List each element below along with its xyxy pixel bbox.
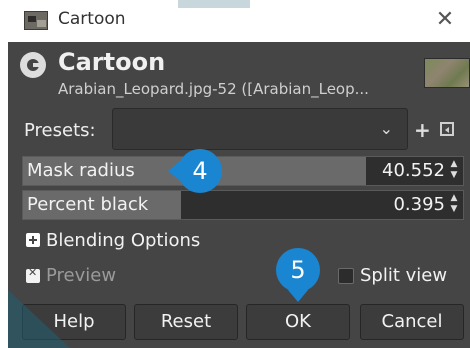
preset-menu-icon[interactable] — [440, 122, 454, 136]
presets-dropdown[interactable]: ⌄ — [112, 108, 408, 150]
expand-plus-icon[interactable] — [26, 233, 40, 247]
image-subtitle: Arabian_Leopard.jpg-52 ([Arabian_Leop... — [58, 80, 369, 98]
reset-button[interactable]: Reset — [134, 304, 238, 340]
blending-options-label: Blending Options — [46, 230, 201, 251]
mask-radius-slider[interactable]: Mask radius 40.552 ▲ ▼ — [22, 156, 464, 186]
ok-button[interactable]: OK — [246, 304, 350, 340]
cancel-button[interactable]: Cancel — [360, 304, 464, 340]
step-marker-4: 4 — [168, 149, 222, 193]
percent-black-slider[interactable]: Percent black 0.395 ▲ ▼ — [22, 190, 464, 220]
mask-radius-label: Mask radius — [27, 160, 135, 181]
spin-arrows-icon[interactable]: ▲ ▼ — [448, 193, 460, 217]
window-title: Cartoon — [58, 9, 126, 29]
split-view-checkbox[interactable] — [338, 268, 354, 284]
preview-checkbox[interactable] — [26, 266, 40, 283]
cartoon-dialog: Cartoon Arabian_Leopard.jpg-52 ([Arabian… — [8, 42, 470, 348]
gimp-logo-icon — [20, 52, 46, 78]
chevron-down-icon: ⌄ — [379, 119, 393, 138]
cartoon-thumbnail-icon — [24, 11, 48, 30]
spin-arrows-icon[interactable]: ▲ ▼ — [448, 159, 460, 183]
image-thumbnail — [424, 58, 470, 88]
help-button[interactable]: Help — [22, 304, 126, 340]
mask-radius-value[interactable]: 40.552 — [382, 160, 445, 181]
step-marker-5: 5 — [276, 248, 320, 302]
percent-black-value[interactable]: 0.395 — [393, 194, 445, 215]
preview-label: Preview — [46, 265, 117, 286]
presets-label: Presets: — [24, 120, 96, 141]
title-bar: Cartoon ✕ — [0, 0, 470, 42]
add-preset-icon[interactable]: + — [414, 118, 431, 142]
split-view-label: Split view — [360, 265, 448, 286]
close-icon[interactable]: ✕ — [430, 5, 460, 35]
filter-title: Cartoon — [58, 48, 166, 76]
percent-black-label: Percent black — [27, 194, 149, 215]
